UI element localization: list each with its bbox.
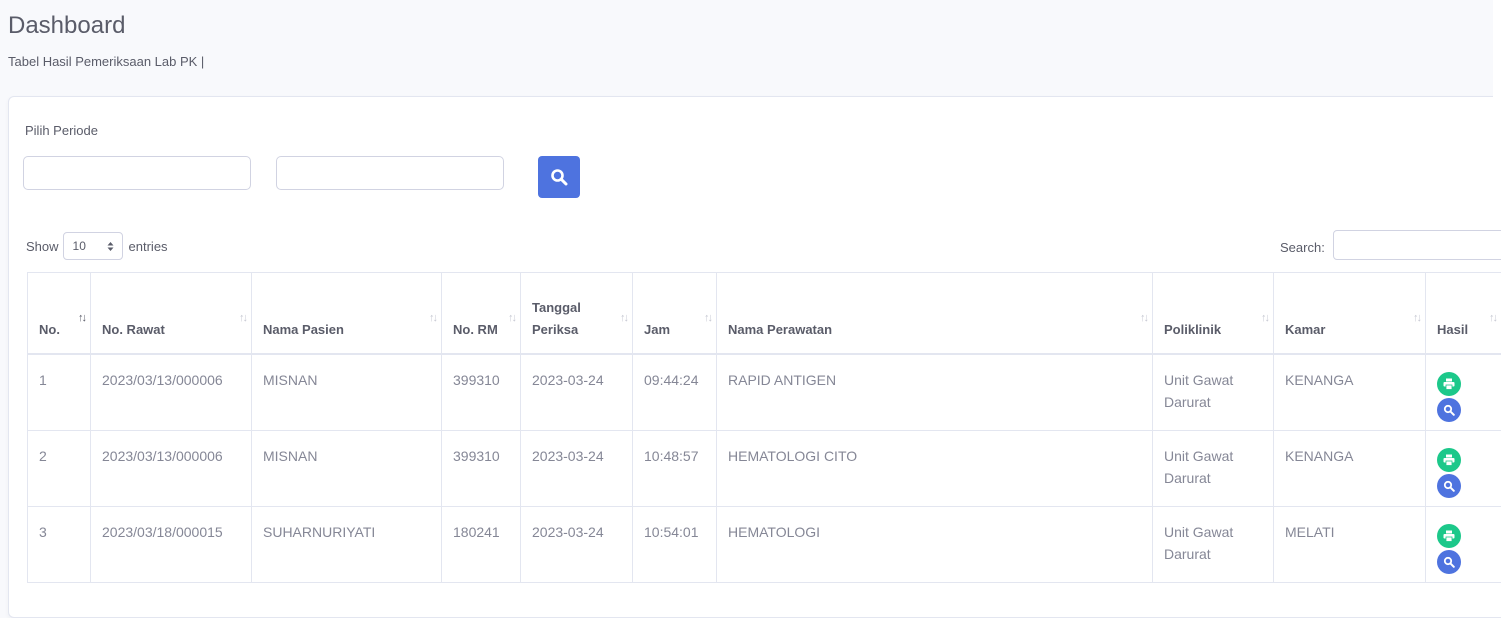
sort-arrows-icon: ↑↓ [239,307,246,329]
column-label: Kamar [1285,322,1325,337]
sort-arrows-icon: ↑↓ [620,307,627,329]
table-search-label: Search: [1280,240,1325,255]
column-header-jam[interactable]: Jam ↑↓ [633,273,717,355]
print-icon [1443,378,1455,390]
sort-arrows-icon: ↑↓ [1140,307,1147,329]
magnifier-icon [1443,404,1455,416]
table-row: 22023/03/13/000006MISNAN3993102023-03-24… [28,430,1501,506]
cell-kamar: KENANGA [1274,354,1426,430]
column-label: Poliklinik [1164,322,1221,337]
cell-no-rm: 180241 [442,506,521,582]
column-label: Nama Perawatan [728,322,832,337]
cell-nama-pasien: MISNAN [252,354,442,430]
cell-hasil [1426,430,1501,506]
column-header-no[interactable]: No. ↑↓ [28,273,91,355]
hasil-actions [1437,445,1490,498]
column-header-nama-perawatan[interactable]: Nama Perawatan ↑↓ [717,273,1153,355]
cell-poliklinik: Unit Gawat Darurat [1153,430,1274,506]
column-header-no-rm[interactable]: No. RM ↑↓ [442,273,521,355]
cell-perawatan: HEMATOLOGI CITO [717,430,1153,506]
table-search-input[interactable] [1333,230,1501,260]
column-label: Tanggal Periksa [532,300,581,337]
column-header-nama-pasien[interactable]: Nama Pasien ↑↓ [252,273,442,355]
hasil-actions [1437,521,1490,574]
sort-arrows-icon: ↑↓ [704,307,711,329]
cell-no: 2 [28,430,91,506]
cell-perawatan: HEMATOLOGI [717,506,1153,582]
column-label: Jam [644,322,670,337]
column-header-no-rawat[interactable]: No. Rawat ↑↓ [91,273,252,355]
page-title: Dashboard [8,12,125,40]
periode-label: Pilih Periode [25,123,98,138]
print-icon [1443,530,1455,542]
periode-search-button[interactable] [538,156,580,198]
table-row: 32023/03/18/000015SUHARNURIYATI180241202… [28,506,1501,582]
print-button[interactable] [1437,524,1461,548]
cell-jam: 09:44:24 [633,354,717,430]
cell-perawatan: RAPID ANTIGEN [717,354,1153,430]
length-control: Show 10 entries [26,232,168,260]
table-row: 12023/03/13/000006MISNAN3993102023-03-24… [28,354,1501,430]
cell-jam: 10:54:01 [633,506,717,582]
sort-arrows-icon: ↑↓ [1261,307,1268,329]
print-icon [1443,454,1455,466]
cell-nama-pasien: MISNAN [252,430,442,506]
column-header-hasil[interactable]: Hasil ↑↓ [1426,273,1501,355]
cell-no-rm: 399310 [442,354,521,430]
cell-poliklinik: Unit Gawat Darurat [1153,354,1274,430]
print-button[interactable] [1437,372,1461,396]
column-header-tanggal-periksa[interactable]: Tanggal Periksa ↑↓ [521,273,633,355]
view-result-button[interactable] [1437,398,1461,422]
cell-no-rawat: 2023/03/18/000015 [91,506,252,582]
magnifier-icon [1443,480,1455,492]
page-length-value: 10 [73,239,86,253]
cell-jam: 10:48:57 [633,430,717,506]
page-subtitle: Tabel Hasil Pemeriksaan Lab PK | [8,54,204,69]
table-header-row: No.↑↓No. Rawat↑↓Nama Pasien↑↓No. RM↑↓Tan… [28,273,1501,355]
end-date-input[interactable] [276,156,504,190]
cell-nama-pasien: SUHARNURIYATI [252,506,442,582]
print-button[interactable] [1437,448,1461,472]
column-label: Hasil [1437,322,1468,337]
results-table: No.↑↓No. Rawat↑↓Nama Pasien↑↓No. RM↑↓Tan… [27,272,1501,583]
cell-tanggal: 2023-03-24 [521,506,633,582]
cell-poliklinik: Unit Gawat Darurat [1153,506,1274,582]
hasil-actions [1437,369,1490,422]
search-icon [550,168,568,186]
sort-arrows-icon: ↑↓ [78,307,85,329]
cell-tanggal: 2023-03-24 [521,430,633,506]
column-label: No. RM [453,322,498,337]
sort-arrows-icon: ↑↓ [508,307,515,329]
page-length-select[interactable]: 10 [63,232,123,260]
sort-arrows-icon: ↑↓ [1413,307,1420,329]
cell-tanggal: 2023-03-24 [521,354,633,430]
cell-no-rawat: 2023/03/13/000006 [91,430,252,506]
cell-no-rawat: 2023/03/13/000006 [91,354,252,430]
cell-no: 1 [28,354,91,430]
entries-label: entries [129,239,168,254]
column-header-poliklinik[interactable]: Poliklinik ↑↓ [1153,273,1274,355]
magnifier-icon [1443,556,1455,568]
column-label: Nama Pasien [263,322,344,337]
cell-no-rm: 399310 [442,430,521,506]
select-caret-icon [107,241,114,252]
view-result-button[interactable] [1437,550,1461,574]
sort-arrows-icon: ↑↓ [429,307,436,329]
cell-no: 3 [28,506,91,582]
cell-hasil [1426,354,1501,430]
column-header-kamar[interactable]: Kamar ↑↓ [1274,273,1426,355]
show-label: Show [26,239,59,254]
cell-hasil [1426,506,1501,582]
cell-kamar: KENANGA [1274,430,1426,506]
view-result-button[interactable] [1437,474,1461,498]
column-label: No. Rawat [102,322,165,337]
cell-kamar: MELATI [1274,506,1426,582]
column-label: No. [39,322,60,337]
start-date-input[interactable] [23,156,251,190]
sort-arrows-icon: ↑↓ [1489,307,1496,329]
